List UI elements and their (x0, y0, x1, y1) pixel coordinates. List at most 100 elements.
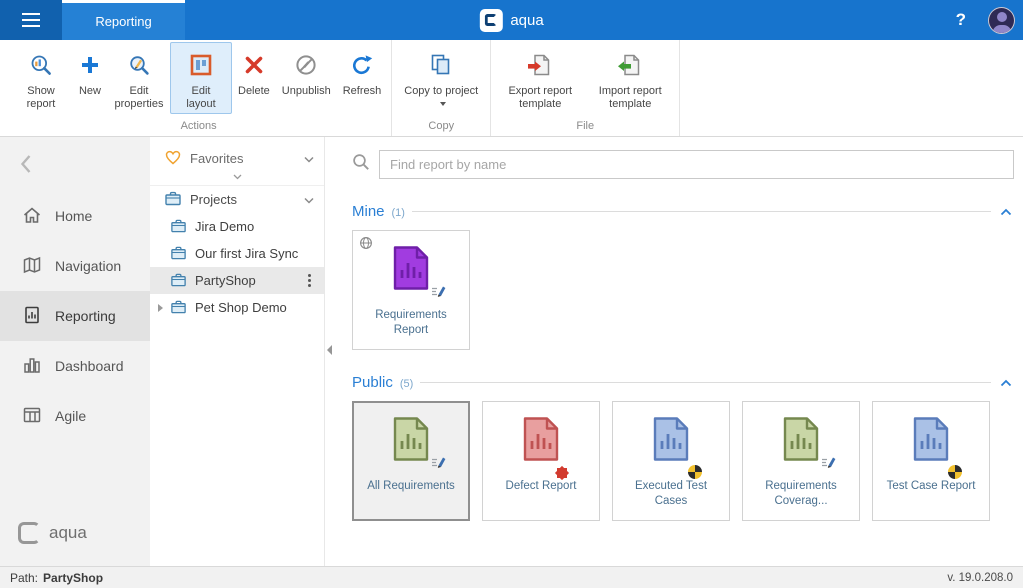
chevron-up-icon[interactable] (998, 206, 1014, 218)
report-card-executed-test-cases[interactable]: Executed Test Cases (612, 401, 730, 521)
chevron-down-icon[interactable] (304, 192, 314, 207)
tree-item-our-first-jira-sync[interactable]: Our first Jira Sync (150, 240, 324, 267)
tree-favorites[interactable]: Favorites (150, 145, 324, 171)
edit-layout-icon (190, 47, 212, 83)
report-card-label: Test Case Report (882, 479, 981, 494)
ribbon-group-label-copy: Copy (396, 118, 486, 136)
report-doc-icon (782, 416, 820, 467)
import-icon (617, 47, 643, 83)
sidebar-item-label: Dashboard (55, 358, 124, 374)
sidebar-item-agile[interactable]: Agile (0, 391, 150, 441)
edit-badge-icon (820, 454, 836, 475)
hamburger-menu-button[interactable] (0, 0, 62, 40)
aqua-logo-outline-icon (18, 522, 40, 544)
report-doc-icon (652, 416, 690, 467)
tree-item-partyshop[interactable]: PartyShop (150, 267, 324, 294)
section-title-mine: Mine (352, 203, 385, 220)
section-count-public: (5) (400, 378, 413, 390)
sidebar-logo-text: aqua (49, 523, 87, 543)
user-avatar[interactable] (988, 7, 1015, 34)
sidebar-item-navigation[interactable]: Navigation (0, 241, 150, 291)
report-card-label: Requirements Report (353, 308, 469, 338)
globe-icon (359, 236, 373, 255)
report-card-requirements-report[interactable]: Requirements Report (352, 230, 470, 350)
board-grid-icon (22, 405, 42, 428)
refresh-label: Refresh (343, 85, 382, 98)
new-label: New (79, 85, 101, 98)
tab-reporting[interactable]: Reporting (62, 0, 185, 40)
report-card-all-requirements[interactable]: All Requirements (352, 401, 470, 521)
section-count-mine: (1) (392, 207, 405, 219)
report-card-defect-report[interactable]: Defect Report (482, 401, 600, 521)
sidebar-footer-logo: aqua (0, 522, 150, 566)
report-doc-icon (522, 416, 560, 467)
status-path: Path: PartyShop (10, 571, 103, 585)
report-card-label: Requirements Coverag... (743, 479, 859, 509)
hamburger-icon (22, 19, 40, 21)
favorites-expander[interactable] (150, 171, 324, 185)
item-menu-dots-icon[interactable] (308, 279, 311, 282)
report-card-requirements-coverage[interactable]: Requirements Coverag... (742, 401, 860, 521)
delete-x-icon (243, 47, 265, 83)
search-input[interactable] (379, 150, 1014, 179)
report-card-label: Executed Test Cases (613, 479, 729, 509)
section-divider (412, 211, 991, 212)
unpublish-label: Unpublish (282, 85, 331, 98)
edit-properties-icon (128, 47, 151, 83)
tree-item-jira-demo[interactable]: Jira Demo (150, 213, 324, 240)
delete-button[interactable]: Delete (232, 42, 276, 101)
sidebar-item-home[interactable]: Home (0, 191, 150, 241)
briefcase-icon (170, 298, 187, 318)
tree-item-label: Our first Jira Sync (195, 246, 314, 261)
ribbon-group-copy: Copy to project Copy (392, 40, 491, 136)
section-divider (420, 382, 991, 383)
import-report-template-button[interactable]: Import report template (585, 42, 675, 114)
briefcase-icon (170, 244, 187, 264)
briefcase-icon (164, 189, 182, 210)
tree-projects[interactable]: Projects (150, 185, 324, 213)
report-card-test-case-report[interactable]: Test Case Report (872, 401, 990, 521)
help-button[interactable]: ? (956, 10, 966, 30)
report-doc-icon (392, 416, 430, 467)
report-doc-icon (392, 245, 430, 296)
app-title: aqua (510, 12, 543, 29)
show-report-button[interactable]: Show report (10, 42, 72, 114)
search-icon (352, 153, 370, 176)
collapse-panel-handle[interactable] (327, 345, 332, 355)
copy-icon (429, 47, 453, 83)
aqua-app-window: Reporting aqua ? Show report (0, 0, 1023, 588)
tree-item-label: PartyShop (195, 273, 300, 288)
copy-to-project-button[interactable]: Copy to project (396, 42, 486, 114)
expand-arrow-icon[interactable] (158, 304, 163, 312)
ribbon-group-label-file: File (495, 118, 675, 136)
test-badge-icon (688, 465, 702, 479)
new-button[interactable]: New (72, 42, 108, 101)
refresh-button[interactable]: Refresh (337, 42, 388, 101)
edit-properties-button[interactable]: Edit properties (108, 42, 170, 114)
heart-icon (164, 148, 182, 169)
edit-badge-icon (430, 283, 446, 304)
sidebar-item-label: Home (55, 208, 92, 224)
tree-item-label: Pet Shop Demo (195, 300, 314, 315)
briefcase-icon (170, 217, 187, 237)
bug-badge-icon (556, 467, 568, 479)
tree-item-pet-shop-demo[interactable]: Pet Shop Demo (150, 294, 324, 321)
app-version: v. 19.0.208.0 (947, 572, 1013, 584)
unpublish-button[interactable]: Unpublish (276, 42, 337, 101)
export-report-template-button[interactable]: Export report template (495, 42, 585, 114)
sidebar-back-button[interactable] (0, 137, 150, 191)
favorites-label: Favorites (190, 151, 296, 166)
sidebar-item-dashboard[interactable]: Dashboard (0, 341, 150, 391)
chevron-down-small-icon (233, 174, 242, 180)
sidebar-item-label: Navigation (55, 258, 121, 274)
sidebar-item-label: Agile (55, 408, 86, 424)
report-card-label: Defect Report (501, 479, 582, 494)
edit-layout-button[interactable]: Edit layout (170, 42, 232, 114)
sidebar-item-reporting[interactable]: Reporting (0, 291, 150, 341)
chevron-down-icon[interactable] (304, 151, 314, 166)
report-search-row (352, 150, 1014, 179)
ribbon-group-actions: Show report New Edit properties (6, 40, 392, 136)
path-label: Path: (10, 571, 38, 585)
report-chart-icon (22, 305, 42, 328)
chevron-up-icon[interactable] (998, 377, 1014, 389)
